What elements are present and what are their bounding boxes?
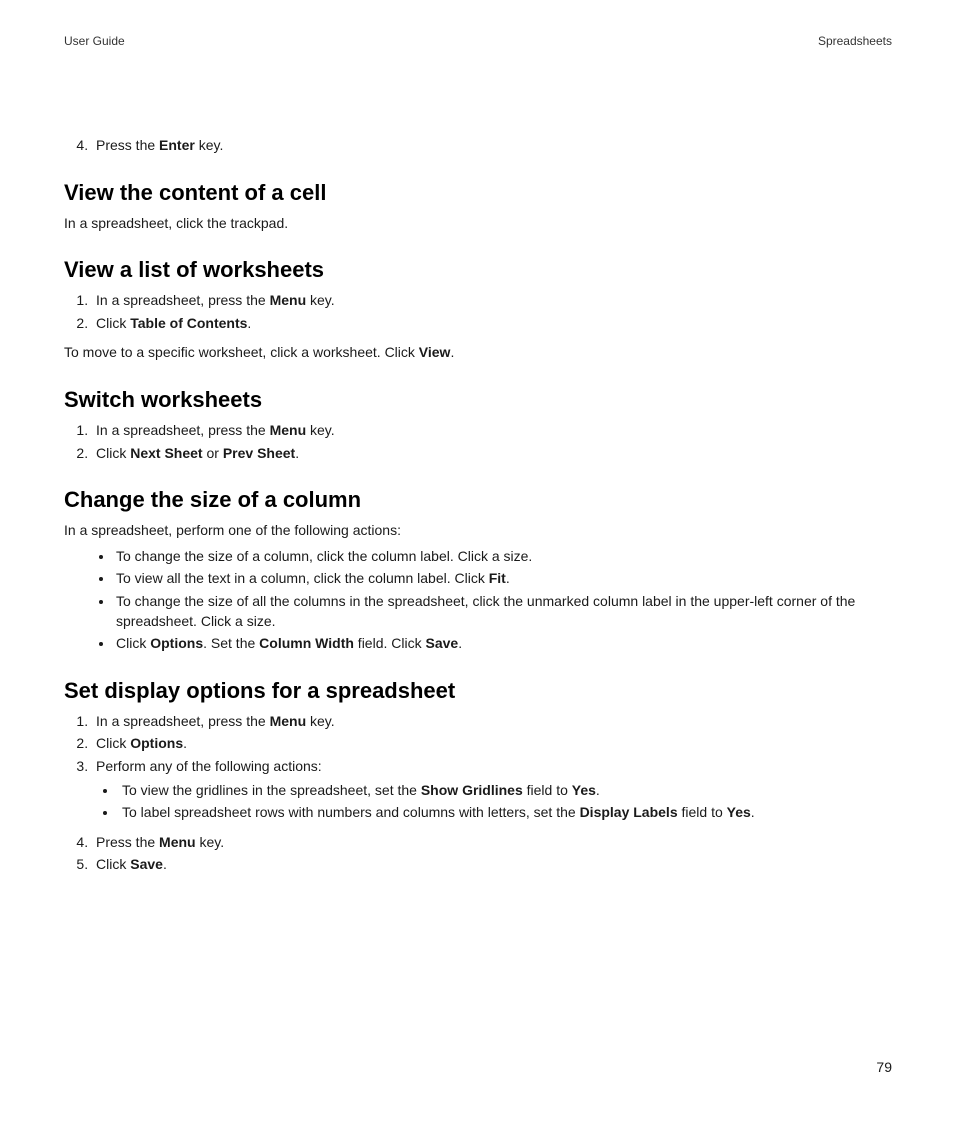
bullet-item: To change the size of all the columns in…	[114, 592, 892, 631]
nested-bullet-list: To view the gridlines in the spreadsheet…	[96, 781, 892, 823]
bullet-item: To change the size of a column, click th…	[114, 547, 892, 567]
step-item: Press the Enter key.	[92, 136, 892, 156]
step-item: In a spreadsheet, press the Menu key.	[92, 712, 892, 732]
header-left: User Guide	[64, 34, 125, 48]
heading-set-display-options: Set display options for a spreadsheet	[64, 678, 892, 704]
step-item: Click Options.	[92, 734, 892, 754]
steps-list-continued: Press the Menu key. Click Save.	[64, 833, 892, 875]
paragraph: In a spreadsheet, perform one of the fol…	[64, 521, 892, 541]
heading-switch-worksheets: Switch worksheets	[64, 387, 892, 413]
bullet-list: To change the size of a column, click th…	[64, 547, 892, 654]
continued-steps-list: Press the Enter key.	[64, 136, 892, 156]
paragraph: To move to a specific worksheet, click a…	[64, 343, 892, 363]
step-item: Perform any of the following actions: To…	[92, 757, 892, 823]
step-item: Press the Menu key.	[92, 833, 892, 853]
heading-view-worksheet-list: View a list of worksheets	[64, 257, 892, 283]
paragraph: In a spreadsheet, click the trackpad.	[64, 214, 892, 234]
bullet-item: Click Options. Set the Column Width fiel…	[114, 634, 892, 654]
step-item: In a spreadsheet, press the Menu key.	[92, 421, 892, 441]
heading-view-cell-content: View the content of a cell	[64, 180, 892, 206]
steps-list: In a spreadsheet, press the Menu key. Cl…	[64, 712, 892, 823]
page-header: User Guide Spreadsheets	[64, 34, 892, 48]
page-container: User Guide Spreadsheets Press the Enter …	[0, 0, 954, 1145]
page-number: 79	[876, 1059, 892, 1075]
step-item: Click Next Sheet or Prev Sheet.	[92, 444, 892, 464]
bullet-item: To label spreadsheet rows with numbers a…	[118, 803, 892, 823]
step-item: Click Save.	[92, 855, 892, 875]
heading-change-column-size: Change the size of a column	[64, 487, 892, 513]
step-item: Click Table of Contents.	[92, 314, 892, 334]
header-right: Spreadsheets	[818, 34, 892, 48]
step-item: In a spreadsheet, press the Menu key.	[92, 291, 892, 311]
steps-list: In a spreadsheet, press the Menu key. Cl…	[64, 291, 892, 333]
steps-list: In a spreadsheet, press the Menu key. Cl…	[64, 421, 892, 463]
bullet-item: To view all the text in a column, click …	[114, 569, 892, 589]
bullet-item: To view the gridlines in the spreadsheet…	[118, 781, 892, 801]
